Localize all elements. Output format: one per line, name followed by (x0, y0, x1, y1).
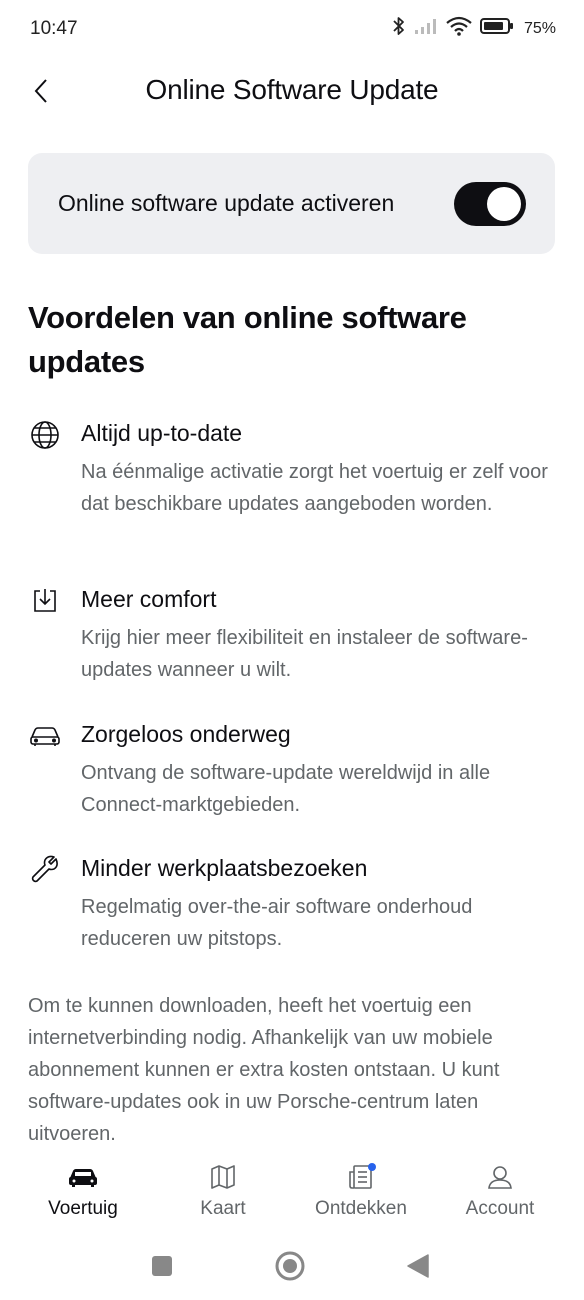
header: Online Software Update (0, 62, 584, 120)
status-time: 10:47 (30, 18, 78, 39)
wifi-icon (446, 16, 472, 41)
globe-icon (28, 418, 62, 452)
nav-label: Kaart (200, 1198, 246, 1219)
benefit-description: Ontvang de software-update wereldwijd in… (81, 762, 491, 816)
nav-label: Ontdekken (315, 1198, 407, 1219)
nav-item-kaart[interactable]: Kaart (163, 1156, 283, 1232)
online-update-toggle-card: Online software update activeren (28, 153, 555, 254)
circle-icon (275, 1251, 305, 1281)
benefit-title: Zorgeloos onderweg (81, 721, 291, 747)
benefits-heading: Voordelen van online software updates (28, 300, 467, 379)
benefit-description: Regelmatig over-the-air software onderho… (81, 896, 473, 950)
wrench-icon (28, 853, 62, 887)
status-bar: 10:47 75% (0, 0, 584, 58)
battery-icon (479, 17, 514, 40)
triangle-back-icon (407, 1254, 429, 1278)
bluetooth-icon (392, 16, 406, 41)
download-icon (28, 584, 62, 618)
benefit-description: Na éénmalige activatie zorgt het voertui… (81, 461, 548, 515)
nav-item-voertuig[interactable]: Voertuig (23, 1156, 143, 1232)
nav-label: Account (465, 1198, 535, 1219)
nav-item-ontdekken[interactable]: Ontdekken (301, 1156, 421, 1232)
connectivity-note: Om te kunnen downloaden, heeft het voert… (28, 995, 500, 1145)
user-icon (440, 1160, 560, 1194)
online-update-toggle[interactable] (454, 182, 526, 226)
benefit-title: Altijd up-to-date (81, 420, 243, 446)
notification-badge (368, 1163, 376, 1171)
car-icon (28, 719, 62, 753)
map-icon (163, 1160, 283, 1194)
benefit-description: Krijg hier meer flexibiliteit en instale… (81, 627, 528, 681)
bottom-navigation: Voertuig Kaart Ontdekken Account (0, 1150, 584, 1232)
toggle-knob (487, 187, 521, 221)
nav-label: Voertuig (48, 1198, 118, 1219)
benefit-title: Minder werkplaatsbezoeken (81, 855, 368, 881)
status-icons: 75% (392, 16, 556, 41)
page-title: Online Software Update (145, 74, 439, 105)
home-button[interactable] (274, 1250, 306, 1282)
car-icon (23, 1160, 143, 1194)
recents-button[interactable] (146, 1250, 178, 1282)
toggle-label: Online software update activeren (58, 190, 395, 216)
benefit-title: Meer comfort (81, 586, 217, 612)
square-icon (152, 1256, 172, 1276)
battery-percentage: 75% (523, 19, 556, 37)
nav-item-account[interactable]: Account (440, 1156, 560, 1232)
back-system-button[interactable] (402, 1250, 434, 1282)
news-icon (301, 1160, 421, 1194)
cellular-signal-icon (414, 17, 438, 40)
system-navigation-bar (0, 1232, 584, 1300)
